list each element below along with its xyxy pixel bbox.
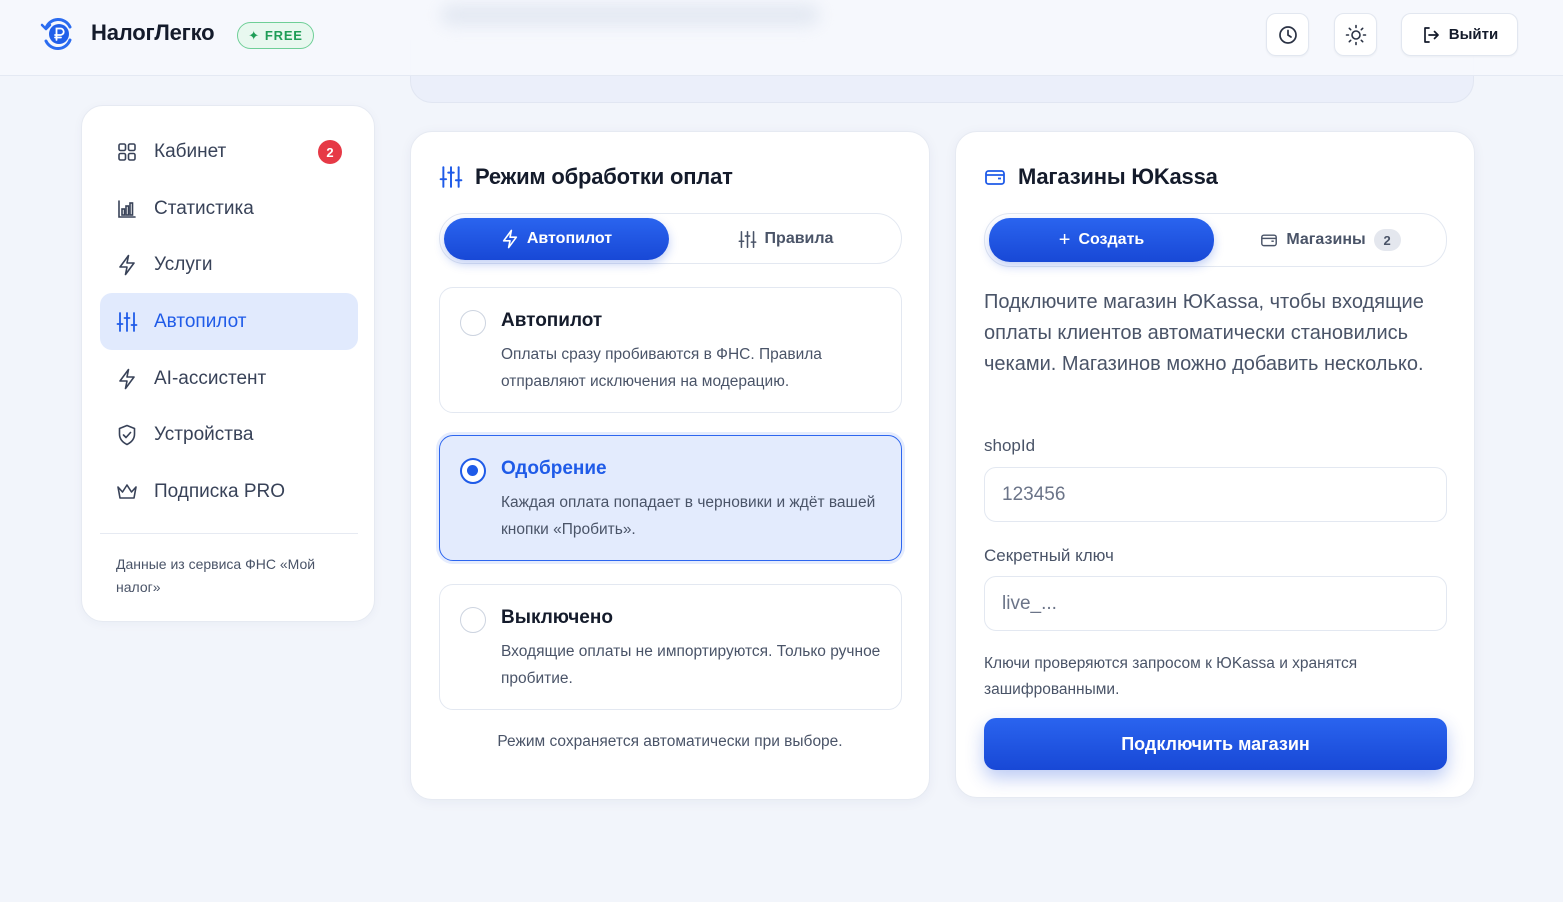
top-bar: НалогЛегко ✦ FREE Выйти bbox=[0, 0, 1563, 76]
autosave-note: Режим сохраняется автоматически при выбо… bbox=[497, 733, 843, 750]
sliders-icon bbox=[116, 311, 138, 333]
blurred-content bbox=[440, 4, 820, 26]
sidebar-item-services[interactable]: Услуги bbox=[100, 236, 358, 293]
mode-option-disabled[interactable]: Выключено Входящие оплаты не импортируют… bbox=[439, 584, 902, 710]
tab-label: Правила bbox=[764, 230, 834, 247]
sidebar-item-cabinet[interactable]: Кабинет 2 bbox=[100, 123, 358, 180]
card-title: Магазины ЮKassa bbox=[1018, 164, 1218, 189]
sun-icon bbox=[1345, 24, 1366, 45]
sliders-icon bbox=[738, 230, 757, 248]
option-description: Каждая оплата попадает в черновики и ждё… bbox=[501, 494, 876, 538]
card-title: Режим обработки оплат bbox=[475, 164, 733, 189]
sidebar-item-ai-assistant[interactable]: AI-ассистент bbox=[100, 350, 358, 407]
tab-autopilot[interactable]: Автопилот bbox=[444, 218, 669, 260]
shop-id-label: shopId bbox=[984, 436, 1036, 455]
mode-tabs: Автопилот Правила bbox=[439, 213, 902, 264]
connect-shop-button[interactable]: Подключить магазин bbox=[984, 718, 1447, 770]
secret-key-input[interactable] bbox=[984, 576, 1447, 631]
notification-badge: 2 bbox=[318, 140, 342, 164]
sidebar-item-label: Устройства bbox=[154, 423, 254, 445]
sidebar-item-label: Кабинет bbox=[154, 140, 227, 162]
wallet-icon bbox=[1261, 234, 1278, 247]
sliders-icon bbox=[439, 166, 463, 188]
option-title: Автопилот bbox=[501, 310, 603, 331]
tab-label: Автопилот bbox=[526, 230, 613, 247]
wallet-icon bbox=[985, 170, 1005, 185]
plus-icon: + bbox=[1058, 229, 1071, 251]
sparkle-icon: ✦ bbox=[248, 27, 260, 43]
shops-count-badge: 2 bbox=[1373, 229, 1401, 251]
plan-badge-label: FREE bbox=[264, 28, 303, 43]
sidebar-item-label: Автопилот bbox=[154, 310, 247, 332]
shield-icon bbox=[116, 424, 138, 446]
sidebar-item-label: AI-ассистент bbox=[154, 367, 267, 389]
payment-mode-card: Режим обработки оплат Автопилот Правила … bbox=[410, 131, 930, 800]
card-header: Магазины ЮKassa bbox=[984, 164, 1218, 190]
lightning-icon bbox=[116, 368, 138, 390]
tab-shops[interactable]: Магазины 2 bbox=[1218, 218, 1443, 262]
app-logo-icon[interactable] bbox=[40, 16, 76, 52]
sidebar-footer-note: Данные из сервиса ФНС «Мой налог» bbox=[116, 556, 316, 595]
sidebar-item-statistics[interactable]: Статистика bbox=[100, 180, 358, 237]
tab-label: Создать bbox=[1078, 231, 1145, 248]
yookassa-shops-card: Магазины ЮKassa + Создать Магазины 2 Под… bbox=[955, 131, 1475, 798]
brand-name: НалогЛегко bbox=[91, 20, 215, 45]
option-description: Оплаты сразу пробиваются в ФНС. Правила … bbox=[501, 346, 822, 390]
sidebar-item-subscription[interactable]: Подписка PRO bbox=[100, 463, 358, 520]
intro-text: Подключите магазин ЮKassa, чтобы входящи… bbox=[984, 291, 1424, 375]
lightning-icon bbox=[502, 229, 517, 249]
sidebar-item-autopilot[interactable]: Автопилот bbox=[100, 293, 358, 350]
radio-button[interactable] bbox=[460, 458, 486, 484]
sidebar-item-label: Услуги bbox=[154, 253, 213, 275]
sidebar-item-label: Подписка PRO bbox=[154, 480, 286, 502]
sidebar: Кабинет 2 Статистика Услуги Автопилот AI… bbox=[81, 105, 375, 622]
logout-button[interactable]: Выйти bbox=[1401, 13, 1518, 56]
logout-label: Выйти bbox=[1448, 26, 1499, 43]
crown-icon bbox=[116, 481, 138, 503]
sidebar-item-label: Статистика bbox=[154, 197, 254, 219]
option-title: Одобрение bbox=[501, 458, 607, 479]
bar-chart-icon bbox=[116, 198, 138, 220]
radio-button[interactable] bbox=[460, 607, 486, 633]
option-description: Входящие оплаты не импортируются. Только… bbox=[501, 643, 881, 687]
sidebar-divider bbox=[100, 533, 358, 534]
card-header: Режим обработки оплат bbox=[439, 164, 733, 190]
secret-key-label: Секретный ключ bbox=[984, 546, 1114, 565]
tab-create[interactable]: + Создать bbox=[989, 218, 1214, 262]
mode-option-autopilot[interactable]: Автопилот Оплаты сразу пробиваются в ФНС… bbox=[439, 287, 902, 413]
shop-id-input[interactable] bbox=[984, 467, 1447, 522]
keys-security-note: Ключи проверяются запросом к ЮKassa и хр… bbox=[984, 655, 1358, 698]
clock-icon bbox=[1278, 25, 1297, 44]
history-button[interactable] bbox=[1266, 13, 1309, 56]
sidebar-item-devices[interactable]: Устройства bbox=[100, 406, 358, 463]
mode-option-approval[interactable]: Одобрение Каждая оплата попадает в черно… bbox=[439, 435, 902, 561]
theme-toggle-button[interactable] bbox=[1334, 13, 1377, 56]
tab-label: Магазины bbox=[1286, 231, 1366, 248]
lightning-icon bbox=[116, 254, 138, 276]
radio-button[interactable] bbox=[460, 310, 486, 336]
option-title: Выключено bbox=[501, 607, 613, 628]
tab-rules[interactable]: Правила bbox=[673, 218, 898, 260]
grid-icon bbox=[116, 141, 138, 163]
plan-badge: ✦ FREE bbox=[237, 22, 314, 49]
logout-icon bbox=[1423, 26, 1439, 43]
shop-tabs: + Создать Магазины 2 bbox=[984, 213, 1447, 267]
